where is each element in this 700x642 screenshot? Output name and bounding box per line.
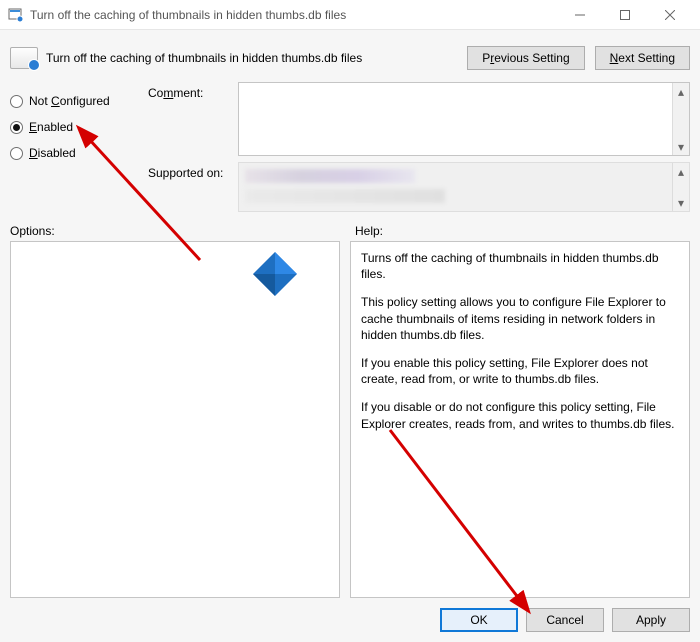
policy-app-icon [8,7,24,23]
help-section-label: Help: [355,224,383,238]
comment-scrollbar[interactable]: ▴ ▾ [672,83,689,155]
apply-button[interactable]: Apply [612,608,690,632]
help-paragraph: Turns off the caching of thumbnails in h… [361,250,679,282]
scroll-down-icon: ▾ [673,138,689,155]
scroll-up-icon: ▴ [673,163,689,180]
policy-icon [10,47,38,69]
supported-on-value [239,163,672,211]
previous-setting-button[interactable]: Previous Setting [467,46,584,70]
cancel-button[interactable]: Cancel [526,608,604,632]
comment-label: Comment: [148,82,230,100]
radio-label: Enabled [29,120,73,134]
help-pane: Turns off the caching of thumbnails in h… [350,241,690,598]
state-radio-group: Not Configured Enabled Disabled [10,82,140,212]
ok-button[interactable]: OK [440,608,518,632]
help-paragraph: If you disable or do not configure this … [361,399,679,431]
scroll-up-icon: ▴ [673,83,689,100]
policy-title: Turn off the caching of thumbnails in hi… [46,51,459,65]
radio-enabled[interactable]: Enabled [10,114,140,140]
dialog-client-area: Turn off the caching of thumbnails in hi… [0,30,700,642]
window-controls [557,0,692,30]
scroll-down-icon: ▾ [673,194,689,211]
radio-icon [10,121,23,134]
radio-icon [10,95,23,108]
supported-on-label: Supported on: [148,162,230,180]
options-section-label: Options: [10,224,345,238]
help-text: Turns off the caching of thumbnails in h… [351,242,689,452]
radio-not-configured[interactable]: Not Configured [10,88,140,114]
window-title: Turn off the caching of thumbnails in hi… [30,8,557,22]
logo-icon [251,250,299,298]
close-button[interactable] [647,0,692,30]
maximize-button[interactable] [602,0,647,30]
radio-disabled[interactable]: Disabled [10,140,140,166]
options-pane [10,241,340,598]
radio-label: Disabled [29,146,76,160]
supported-scrollbar[interactable]: ▴ ▾ [672,163,689,211]
radio-icon [10,147,23,160]
titlebar: Turn off the caching of thumbnails in hi… [0,0,700,30]
radio-label: Not Configured [29,94,110,108]
minimize-button[interactable] [557,0,602,30]
help-paragraph: If you enable this policy setting, File … [361,355,679,387]
dialog-footer: OK Cancel Apply [10,598,690,632]
comment-textarea[interactable] [239,83,672,155]
help-paragraph: This policy setting allows you to config… [361,294,679,343]
next-setting-button[interactable]: Next Setting [595,46,690,70]
